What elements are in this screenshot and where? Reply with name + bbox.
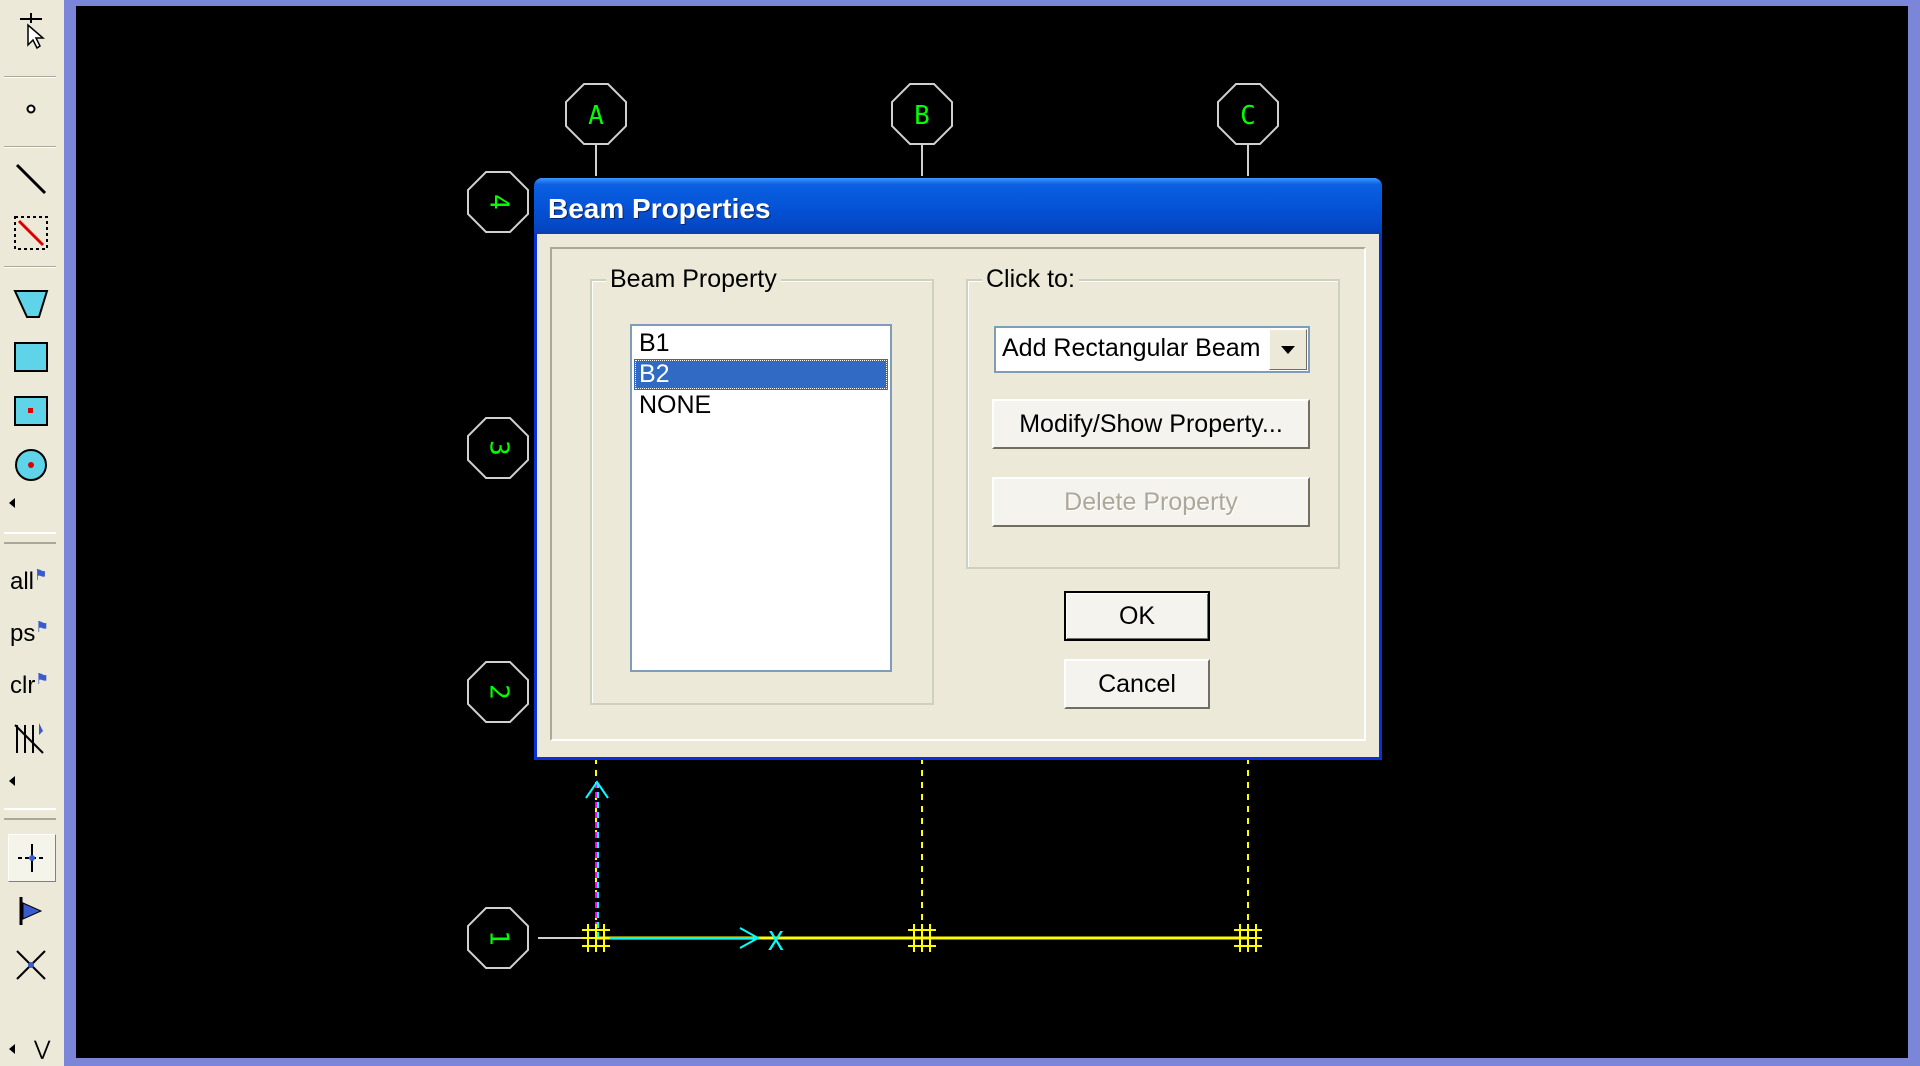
svg-text:B: B xyxy=(914,101,930,131)
previous-selection-button[interactable]: ps⚑ xyxy=(10,618,49,648)
list-item-b2[interactable]: B2 xyxy=(634,359,888,390)
svg-text:2: 2 xyxy=(484,684,514,700)
click-to-group-label: Click to: xyxy=(982,263,1079,295)
point-icon[interactable] xyxy=(8,86,54,132)
grid-bubble-c[interactable]: C xyxy=(1217,83,1279,145)
dialog-body: Beam Property B1 B2 NONE Click to: Add R… xyxy=(550,247,1366,741)
toolbar-overflow-icon[interactable] xyxy=(9,1044,15,1054)
grid-bubble-a[interactable]: A xyxy=(565,83,627,145)
toolbar-separator xyxy=(4,146,56,148)
list-item-b1[interactable]: B1 xyxy=(634,328,888,359)
draw-rectangle-at-click-icon[interactable] xyxy=(8,388,54,434)
click-to-select-value: Add Rectangular Beam xyxy=(1002,334,1261,362)
draw-line-icon[interactable] xyxy=(8,156,54,202)
delete-property-button[interactable]: Delete Property xyxy=(992,477,1310,527)
grid-bubble-3[interactable]: 3 xyxy=(467,417,529,479)
draw-circle-icon[interactable] xyxy=(8,442,54,488)
toolbar-grip[interactable] xyxy=(4,532,56,544)
svg-text:C: C xyxy=(1240,101,1256,131)
select-intersecting-line-icon[interactable] xyxy=(8,716,54,762)
select-all-button[interactable]: all⚑ xyxy=(10,566,47,596)
joint-b1[interactable] xyxy=(908,924,936,952)
svg-text:A: A xyxy=(588,101,604,131)
snap-ends-icon[interactable] xyxy=(8,888,54,934)
svg-text:1: 1 xyxy=(484,930,514,946)
modify-show-property-button[interactable]: Modify/Show Property... xyxy=(992,399,1310,449)
draw-polygon-area-icon[interactable] xyxy=(8,280,54,326)
toolbar-grip[interactable] xyxy=(4,808,56,820)
beam-property-group-label: Beam Property xyxy=(606,263,781,295)
grid-bubble-b[interactable]: B xyxy=(891,83,953,145)
svg-text:4: 4 xyxy=(484,194,514,210)
draw-line-region-icon[interactable] xyxy=(8,210,54,256)
clear-selection-button[interactable]: clr⚑ xyxy=(10,670,49,700)
click-to-group: Click to: Add Rectangular Beam Modify/Sh… xyxy=(966,263,1340,569)
grid-bubble-4[interactable]: 4 xyxy=(467,171,529,233)
joint-c1[interactable] xyxy=(1234,924,1262,952)
click-to-select[interactable]: Add Rectangular Beam xyxy=(994,326,1310,373)
svg-text:3: 3 xyxy=(484,440,514,456)
draw-toolbar: all⚑ ps⚑ clr⚑ ⋁ xyxy=(0,0,65,1066)
draw-rectangle-area-icon[interactable] xyxy=(8,334,54,380)
x-axis-label: X xyxy=(768,927,784,957)
beam-property-group: Beam Property B1 B2 NONE xyxy=(590,263,934,705)
toolbar-overflow-icon[interactable] xyxy=(9,498,15,508)
snap-intersections-icon[interactable] xyxy=(8,942,54,988)
grid-bubble-1[interactable]: 1 xyxy=(467,907,529,969)
grid-bubble-2[interactable]: 2 xyxy=(467,661,529,723)
toolbar-separator xyxy=(4,76,56,78)
dialog-titlebar[interactable]: Beam Properties xyxy=(534,178,1382,234)
beam-properties-dialog: Beam Properties Beam Property B1 B2 NONE… xyxy=(534,178,1382,760)
toolbar-overflow-icon[interactable] xyxy=(9,776,15,786)
list-item-none[interactable]: NONE xyxy=(634,390,888,421)
pointer-select-icon[interactable] xyxy=(8,8,54,54)
chevron-down-icon[interactable] xyxy=(1269,329,1307,370)
toolbar-separator xyxy=(4,266,56,268)
cancel-button[interactable]: Cancel xyxy=(1064,659,1210,709)
ok-button[interactable]: OK xyxy=(1064,591,1210,641)
beam-property-listbox[interactable]: B1 B2 NONE xyxy=(630,324,892,672)
joint-a1[interactable] xyxy=(582,924,610,952)
dialog-title: Beam Properties xyxy=(548,193,771,224)
snap-points-icon[interactable] xyxy=(8,834,56,882)
chevron-down-icon[interactable]: ⋁ xyxy=(34,1036,50,1061)
application-window: all⚑ ps⚑ clr⚑ ⋁ X A B C 4 3 2 1 Beam Pro… xyxy=(0,0,1920,1066)
